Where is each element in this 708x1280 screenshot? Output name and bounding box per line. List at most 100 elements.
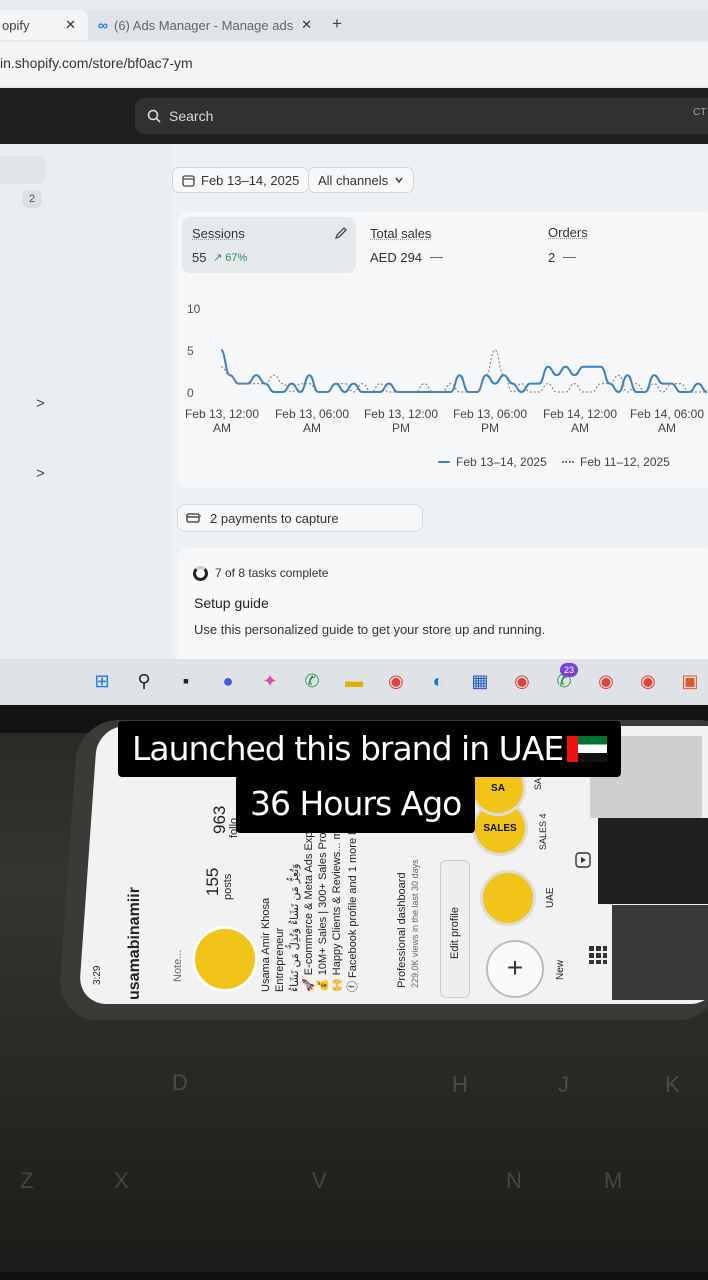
- keyboard-key: Z: [20, 1168, 33, 1194]
- chevron-right-icon[interactable]: >: [36, 465, 45, 482]
- bio-line: وَتُعِزُّ مَن تَشَاءُ وَتُذِلُّ مَن تَشَ…: [288, 864, 301, 993]
- url-text: in.shopify.com/store/bf0ac7-ym: [0, 55, 193, 71]
- post-thumbnail[interactable]: [612, 905, 708, 1000]
- payment-icon: [186, 512, 202, 524]
- series-line-current: [221, 350, 707, 392]
- bio-line[interactable]: ⓕ Facebook profile and 1 more lir: [344, 826, 360, 992]
- close-icon[interactable]: ✕: [301, 17, 312, 33]
- total-sales-label[interactable]: Total sales: [370, 226, 431, 241]
- meet-icon[interactable]: ●: [215, 668, 241, 694]
- phone-time: 3:29: [92, 966, 103, 985]
- x-tick-label: Feb 13, 12:00 PM: [358, 407, 444, 435]
- post-thumbnail[interactable]: [598, 818, 708, 904]
- payments-to-capture-button[interactable]: 2 payments to capture: [177, 504, 423, 532]
- caption-line-1-text: Launched this brand in UAE: [132, 725, 563, 773]
- date-range-label: Feb 13–14, 2025: [201, 173, 299, 188]
- address-bar[interactable]: in.shopify.com/store/bf0ac7-ym: [0, 42, 708, 86]
- search-input[interactable]: Search: [135, 98, 708, 134]
- highlight-label: SALES 4: [538, 813, 548, 850]
- x-tick-line2: PM: [447, 421, 533, 435]
- chevron-down-icon: [394, 175, 404, 185]
- file-explorer-icon[interactable]: ▬: [341, 668, 367, 694]
- channels-dropdown[interactable]: All channels: [308, 167, 414, 193]
- x-tick-line1: Feb 13, 12:00: [358, 407, 444, 421]
- avatar[interactable]: [192, 926, 258, 992]
- chrome-profile-3-icon[interactable]: ◉: [635, 668, 661, 694]
- total-sales-dash: —: [430, 249, 443, 264]
- y-tick-label: 10: [187, 302, 200, 316]
- edit-profile-label: Edit profile: [449, 907, 461, 959]
- posts-label: posts: [222, 874, 234, 900]
- caption-line-2: 36 Hours Ago: [236, 775, 475, 833]
- x-tick-line2: AM: [179, 421, 265, 435]
- sidebar-item-active[interactable]: [0, 156, 46, 184]
- search-icon: [147, 109, 161, 123]
- sidebar: [0, 144, 172, 659]
- meta-logo-icon: ∞: [98, 17, 108, 33]
- whatsapp-icon[interactable]: ✆: [299, 668, 325, 694]
- sessions-label: Sessions: [192, 226, 245, 241]
- payments-label: 2 payments to capture: [210, 511, 339, 526]
- tab-shopify-label: opify: [2, 18, 29, 33]
- legend-dotted-line-icon: [562, 461, 574, 463]
- setup-guide-description: Use this personalized guide to get your …: [194, 622, 545, 637]
- legend-previous-label: Feb 11–12, 2025: [580, 455, 670, 469]
- professional-dashboard-subtitle: 229.0K views in the last 30 days: [410, 859, 420, 988]
- keyboard-key: J: [558, 1072, 569, 1098]
- profile-username: usamabinamiir: [126, 887, 144, 1000]
- bottom-bar: [0, 1272, 708, 1280]
- keyboard-key: K: [665, 1072, 680, 1098]
- tab-ads-label: (6) Ads Manager - Manage ads: [114, 18, 293, 33]
- chrome-profile-icon[interactable]: ◉: [509, 668, 535, 694]
- x-tick-label: Feb 13, 06:00 AM: [269, 407, 355, 435]
- task-view-icon[interactable]: ▪: [173, 668, 199, 694]
- chevron-right-icon[interactable]: >: [36, 395, 45, 412]
- pencil-icon[interactable]: [334, 226, 348, 240]
- store-icon[interactable]: ▦: [467, 668, 493, 694]
- sessions-line-chart: [220, 300, 708, 400]
- browser-tab-bar: opify ✕ ∞ (6) Ads Manager - Manage ads ✕…: [0, 10, 708, 40]
- new-highlight-button[interactable]: +: [486, 940, 544, 998]
- x-tick-line2: AM: [269, 421, 355, 435]
- chrome-icon[interactable]: ◉: [383, 668, 409, 694]
- x-tick-label: Feb 13, 06:00 PM: [447, 407, 533, 435]
- tab-shopify[interactable]: opify ✕: [0, 10, 88, 40]
- app-icon[interactable]: ▣: [677, 668, 703, 694]
- legend-solid-line-icon: [438, 461, 450, 463]
- caption-line-1: Launched this brand in UAE: [118, 721, 621, 777]
- reels-icon[interactable]: [575, 852, 591, 868]
- orders-label[interactable]: Orders: [548, 225, 588, 240]
- x-tick-line2: AM: [627, 421, 707, 435]
- edge-icon[interactable]: ◐: [425, 668, 451, 694]
- legend-previous: Feb 11–12, 2025: [562, 455, 670, 469]
- professional-dashboard-title[interactable]: Professional dashboard: [396, 872, 408, 988]
- highlight-uae[interactable]: [480, 870, 536, 926]
- note-bubble[interactable]: Note...: [172, 950, 184, 982]
- x-tick-line2: AM: [537, 421, 623, 435]
- legend-current-label: Feb 13–14, 2025: [456, 455, 547, 469]
- tab-ads-manager[interactable]: ∞ (6) Ads Manager - Manage ads ✕: [88, 10, 324, 40]
- x-tick-line1: Feb 13, 06:00: [447, 407, 533, 421]
- x-tick-label: Feb 14, 12:00 AM: [537, 407, 623, 435]
- bio-line: 💰 10M+ Sales | 300+ Sales Proof: [316, 823, 329, 992]
- setup-guide-title: Setup guide: [194, 595, 269, 611]
- x-tick-label: Feb 13, 12:00 AM: [179, 407, 265, 435]
- windows-start-icon[interactable]: ⊞: [89, 668, 115, 694]
- whatsapp-badge: 23: [560, 663, 578, 677]
- keyboard-key: D: [172, 1070, 188, 1096]
- bio-line: Usama Amir Khosa: [260, 898, 272, 992]
- close-icon[interactable]: ✕: [65, 17, 76, 33]
- grid-icon[interactable]: [588, 945, 608, 965]
- copilot-icon[interactable]: ✦: [257, 668, 283, 694]
- x-tick-line2: PM: [358, 421, 444, 435]
- new-tab-button[interactable]: +: [332, 14, 342, 34]
- search-icon[interactable]: ⚲: [131, 668, 157, 694]
- keyboard-key: N: [506, 1168, 522, 1194]
- date-range-button[interactable]: Feb 13–14, 2025: [172, 167, 309, 193]
- chrome-profile-2-icon[interactable]: ◉: [593, 668, 619, 694]
- followers-count: 963: [210, 806, 230, 834]
- highlight-label: UAE: [545, 887, 556, 908]
- highlight-label: SA: [533, 778, 543, 790]
- x-tick-line1: Feb 14, 12:00: [537, 407, 623, 421]
- edit-profile-button[interactable]: Edit profile: [440, 860, 470, 998]
